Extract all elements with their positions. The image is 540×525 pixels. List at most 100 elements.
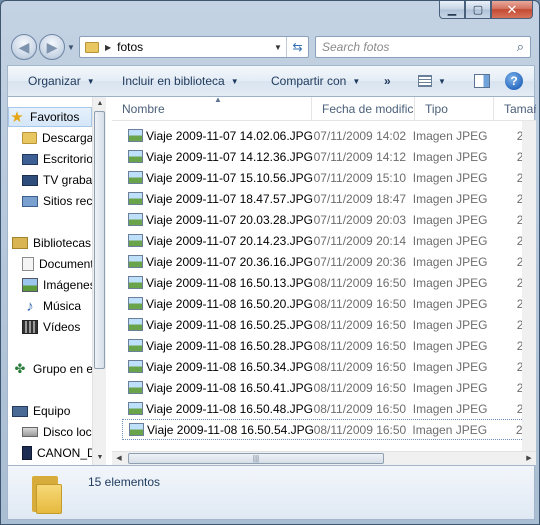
scroll-left-icon[interactable]: ◀ <box>112 452 126 465</box>
column-header-date[interactable]: Fecha de modificación <box>312 97 415 121</box>
file-row[interactable]: Viaje 2009-11-08 16.50.20.JPG 08/11/2009 … <box>122 293 536 314</box>
file-row[interactable]: Viaje 2009-11-08 16.50.48.JPG 08/11/2009 … <box>122 398 536 419</box>
file-name: Viaje 2009-11-07 18.47.57.JPG <box>146 191 314 206</box>
file-name: Viaje 2009-11-08 16.50.34.JPG <box>146 359 314 374</box>
nav-label: Favoritos <box>30 110 80 124</box>
file-row[interactable]: Viaje 2009-11-08 16.50.25.JPG 08/11/2009 … <box>122 314 536 335</box>
scrollbar-thumb[interactable] <box>94 111 105 369</box>
navigation-row: ◀ ▶ ▼ ▶ fotos ▼ ⇆ Search fotos ⌕ <box>1 31 539 63</box>
jpeg-image-icon <box>128 360 143 373</box>
scroll-right-icon[interactable]: ▶ <box>522 452 536 465</box>
help-icon: ? <box>505 72 523 90</box>
file-row[interactable]: Viaje 2009-11-08 16.50.28.JPG 08/11/2009 … <box>122 335 536 356</box>
file-row[interactable]: Viaje 2009-11-07 18.47.57.JPG 07/11/2009 … <box>122 188 536 209</box>
address-history-dropdown[interactable]: ▼ <box>270 43 286 52</box>
forward-button[interactable]: ▶ <box>39 34 65 60</box>
file-type: Imagen JPEG <box>412 401 488 416</box>
nav-label: Bibliotecas <box>33 236 92 250</box>
file-name: Viaje 2009-11-08 16.50.48.JPG <box>146 401 314 416</box>
file-row[interactable]: Viaje 2009-11-07 20.14.23.JPG 07/11/2009 … <box>122 230 536 251</box>
content-area: ★ Favoritos Descargas Escritorio TV grab… <box>7 97 536 465</box>
refresh-button[interactable]: ⇆ <box>286 37 308 57</box>
scroll-down-icon[interactable]: ▼ <box>93 451 106 465</box>
nav-item-homegroup[interactable]: ✤ Grupo en el hogar <box>12 359 96 379</box>
file-name: Viaje 2009-11-07 20.14.23.JPG <box>146 233 314 248</box>
file-type: Imagen JPEG <box>412 128 488 143</box>
file-date: 08/11/2009 16:50 <box>313 380 407 395</box>
file-name: Viaje 2009-11-07 20.36.16.JPG <box>146 254 314 269</box>
jpeg-image-icon <box>128 402 143 415</box>
jpeg-image-icon <box>128 297 143 310</box>
title-bar: ▁ ▢ ✕ <box>1 1 539 27</box>
details-view-icon <box>418 75 432 87</box>
file-row[interactable]: Viaje 2009-11-07 14.02.06.JPG 07/11/2009 … <box>122 125 536 146</box>
more-commands-button[interactable]: » <box>378 74 397 88</box>
file-name: Viaje 2009-11-08 16.50.25.JPG <box>146 317 314 332</box>
folder-icon <box>85 41 99 53</box>
file-row[interactable]: Viaje 2009-11-08 16.50.54.JPG 08/11/2009 … <box>122 419 536 440</box>
file-date: 07/11/2009 20:03 <box>313 212 407 227</box>
help-button[interactable]: ? <box>499 72 529 90</box>
breadcrumb-folder[interactable]: fotos <box>117 40 270 54</box>
file-type: Imagen JPEG <box>412 422 488 437</box>
horizontal-scrollbar[interactable]: ◀ ||| ▶ <box>112 451 536 465</box>
change-view-button[interactable]: ▼ <box>412 75 452 87</box>
file-date: 08/11/2009 16:50 <box>313 317 407 332</box>
column-header-type[interactable]: Tipo <box>415 97 494 121</box>
column-header-name[interactable]: Nombre <box>112 97 312 121</box>
column-headers: ▲ Nombre Fecha de modificación Tipo Tama… <box>112 97 536 121</box>
jpeg-image-icon <box>128 129 143 142</box>
nav-label: Grupo en el hogar <box>33 362 96 376</box>
file-row[interactable]: Viaje 2009-11-08 16.50.34.JPG 08/11/2009 … <box>122 356 536 377</box>
minimize-button[interactable]: ▁ <box>439 1 465 19</box>
tv-icon <box>22 174 38 186</box>
file-row[interactable]: Viaje 2009-11-07 15.10.56.JPG 07/11/2009 … <box>122 167 536 188</box>
recent-pages-dropdown[interactable]: ▼ <box>67 43 75 52</box>
recent-places-icon <box>22 195 38 207</box>
navigation-scrollbar[interactable]: ▲ ▼ <box>92 97 106 465</box>
file-date: 08/11/2009 16:50 <box>313 359 407 374</box>
column-header-size[interactable]: Tamaño <box>494 97 536 121</box>
nav-item-libraries[interactable]: Bibliotecas <box>12 233 96 253</box>
file-date: 08/11/2009 16:50 <box>313 338 407 353</box>
include-in-library-button[interactable]: Incluir en biblioteca ▼ <box>116 74 245 88</box>
nav-item-computer[interactable]: Equipo <box>12 401 96 421</box>
organize-button[interactable]: Organizar ▼ <box>22 74 101 88</box>
file-row[interactable]: Viaje 2009-11-08 16.50.13.JPG 08/11/2009 … <box>122 272 536 293</box>
preview-pane-button[interactable] <box>468 74 496 88</box>
file-type: Imagen JPEG <box>412 233 488 248</box>
maximize-button[interactable]: ▢ <box>465 1 491 19</box>
file-list-scrollbar[interactable] <box>522 121 536 451</box>
chevron-down-icon: ▼ <box>230 76 239 86</box>
file-row[interactable]: Viaje 2009-11-07 20.36.16.JPG 07/11/2009 … <box>122 251 536 272</box>
file-date: 07/11/2009 15:10 <box>313 170 407 185</box>
file-name: Viaje 2009-11-08 16.50.13.JPG <box>146 275 314 290</box>
jpeg-image-icon <box>128 381 143 394</box>
file-name: Viaje 2009-11-08 16.50.20.JPG <box>146 296 314 311</box>
file-row[interactable]: Viaje 2009-11-07 14.12.36.JPG 07/11/2009 … <box>122 146 536 167</box>
share-with-button[interactable]: Compartir con ▼ <box>265 74 366 88</box>
command-bar: Organizar ▼ Incluir en biblioteca ▼ Compar… <box>7 65 535 97</box>
nav-item-favorites[interactable]: ★ Favoritos <box>8 107 92 127</box>
desktop-icon <box>22 153 38 165</box>
file-date: 07/11/2009 18:47 <box>313 191 407 206</box>
downloads-folder-icon <box>22 132 37 144</box>
file-row[interactable]: Viaje 2009-11-08 16.50.41.JPG 08/11/2009 … <box>122 377 536 398</box>
file-type: Imagen JPEG <box>412 338 488 353</box>
jpeg-image-icon <box>128 255 143 268</box>
file-type: Imagen JPEG <box>412 359 488 374</box>
jpeg-image-icon <box>128 213 143 226</box>
scroll-up-icon[interactable]: ▲ <box>93 97 106 111</box>
horizontal-scrollbar-thumb[interactable]: ||| <box>128 453 384 464</box>
jpeg-image-icon <box>128 339 143 352</box>
documents-icon <box>22 257 34 271</box>
breadcrumb-chevron-icon[interactable]: ▶ <box>105 43 111 52</box>
close-button[interactable]: ✕ <box>491 1 533 19</box>
search-input[interactable]: Search fotos ⌕ <box>315 36 531 58</box>
search-icon[interactable]: ⌕ <box>517 39 524 55</box>
share-label: Compartir con <box>271 74 347 88</box>
file-name: Viaje 2009-11-07 14.02.06.JPG <box>146 128 314 143</box>
back-button[interactable]: ◀ <box>11 34 37 60</box>
file-row[interactable]: Viaje 2009-11-07 20.03.28.JPG 07/11/2009 … <box>122 209 536 230</box>
address-bar[interactable]: ▶ fotos ▼ ⇆ <box>79 36 309 58</box>
